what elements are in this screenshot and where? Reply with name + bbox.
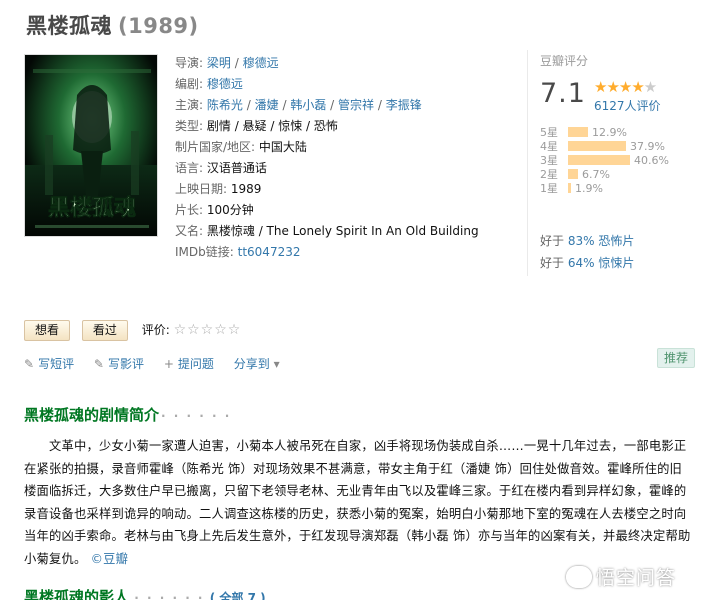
rating-bar-row: 2星 6.7% xyxy=(540,168,610,181)
rating-bar xyxy=(568,127,588,137)
cast-link[interactable]: 管宗祥 xyxy=(338,98,374,112)
rating-bar-row: 4星 37.9% xyxy=(540,140,665,153)
ask-question-link[interactable]: + 提问题 xyxy=(164,357,214,371)
summary-text: 文革中，少女小菊一家遭人迫害，小菊本人被吊死在自家，凶手将现场伪装成自杀……一晃… xyxy=(24,439,691,566)
rating-votes[interactable]: 6127人评价 xyxy=(594,97,661,114)
imdb-link[interactable]: tt6047232 xyxy=(238,245,301,259)
summary-heading: 黑楼孤魂的剧情简介 · · · · · · xyxy=(24,406,232,424)
cast-link[interactable]: 李振锋 xyxy=(386,98,422,112)
chat-bubble-icon xyxy=(566,566,592,588)
info-release: 上映日期: 1989 xyxy=(175,182,262,196)
info-runtime: 片长: 100分钟 xyxy=(175,203,254,217)
plus-icon: + xyxy=(163,357,174,371)
rating-bar-row: 1星 1.9% xyxy=(540,182,603,195)
better-than-percent[interactable]: 64% xyxy=(568,256,595,270)
rating-bar xyxy=(568,169,578,179)
star-empty-icon: ★ xyxy=(643,78,657,96)
rate-stars-input[interactable]: ☆☆☆☆☆ xyxy=(174,322,242,338)
movie-info: 导演: 梁明 / 穆德远 编剧: 穆德远 主演: 陈希光 / 潘婕 / 韩小磊 … xyxy=(175,53,505,263)
info-genre: 类型: 剧情 / 悬疑 / 惊悚 / 恐怖 xyxy=(175,119,338,133)
all-cast-link[interactable]: ( 全部 7 ) xyxy=(210,591,266,600)
chevron-down-icon: ▾ xyxy=(273,357,280,371)
info-language: 语言: 汉语普通话 xyxy=(175,161,267,175)
write-review-link[interactable]: ✎ 写影评 xyxy=(94,357,144,371)
star-filled-icon: ★★★★ xyxy=(594,78,645,96)
rating-bar xyxy=(568,183,571,193)
rating-bar xyxy=(568,141,626,151)
page-title: 黑楼孤魂 (1989) xyxy=(26,10,199,40)
cast-link[interactable]: 陈希光 xyxy=(207,98,243,112)
cast-link[interactable]: 潘婕 xyxy=(255,98,279,112)
better-than-genre[interactable]: 恐怖片 xyxy=(598,234,634,248)
share-dropdown[interactable]: 分享到 ▾ xyxy=(234,357,284,371)
cast-link[interactable]: 韩小磊 xyxy=(290,98,326,112)
recommend-button[interactable]: 推荐 xyxy=(657,348,696,368)
info-country: 制片国家/地区: 中国大陆 xyxy=(175,140,307,154)
write-short-review-link[interactable]: ✎ 写短评 xyxy=(24,357,74,371)
tools-bar: ✎ 写短评 ✎ 写影评 + 提问题 分享到 ▾ xyxy=(24,355,300,372)
better-than-row: 好于 64% 惊悚片 xyxy=(540,256,635,270)
better-than-percent[interactable]: 83% xyxy=(568,234,595,248)
watermark: 悟空问答 xyxy=(566,563,676,590)
pen-icon: ✎ xyxy=(93,357,104,371)
watched-button[interactable]: 看过 xyxy=(81,320,128,341)
rating-title: 豆瓣评分 xyxy=(540,54,589,68)
poster-image: 黑楼孤魂 xyxy=(25,55,157,236)
rating-bar xyxy=(568,155,630,165)
info-writers: 编剧: 穆德远 xyxy=(175,77,243,91)
rating-bar-row: 5星 12.9% xyxy=(540,126,627,139)
summary-body: 文革中，少女小菊一家遭人迫害，小菊本人被吊死在自家，凶手将现场伪装成自杀……一晃… xyxy=(24,435,692,570)
action-bar: 想看 看过 评价: ☆☆☆☆☆ xyxy=(24,320,241,341)
better-than-genre[interactable]: 惊悚片 xyxy=(598,256,634,270)
info-cast: 主演: 陈希光 / 潘婕 / 韩小磊 / 管宗祥 / 李振锋 xyxy=(175,98,422,112)
movie-poster[interactable]: 黑楼孤魂 xyxy=(24,54,158,237)
better-than: 好于 83% 恐怖片 好于 64% 惊悚片 xyxy=(540,230,634,274)
rating-bar-row: 3星 40.6% xyxy=(540,154,669,167)
director-link[interactable]: 穆德远 xyxy=(243,56,279,70)
info-imdb: IMDb链接: tt6047232 xyxy=(175,245,301,259)
better-than-row: 好于 83% 恐怖片 xyxy=(540,234,635,248)
rating-stars: ★★★★★ xyxy=(594,78,657,96)
cast-heading: 黑楼孤魂的影人 · · · · · · ( 全部 7 ) xyxy=(24,586,266,600)
info-directors: 导演: 梁明 / 穆德远 xyxy=(175,56,279,70)
rate-label: 评价: xyxy=(141,323,170,337)
source-link[interactable]: ©豆瓣 xyxy=(91,552,129,566)
rating-score: 7.1 xyxy=(540,78,586,109)
movie-title: 黑楼孤魂 xyxy=(26,14,112,38)
info-aka: 又名: 黑楼惊魂 / The Lonely Spirit In An Old B… xyxy=(175,224,479,238)
comment-icon: ✎ xyxy=(24,357,35,371)
movie-year: (1989) xyxy=(118,14,199,38)
writer-link[interactable]: 穆德远 xyxy=(207,77,243,91)
want-to-watch-button[interactable]: 想看 xyxy=(24,320,71,341)
svg-text:黑楼孤魂: 黑楼孤魂 xyxy=(48,195,136,221)
rating-distribution: 5星 12.9% 4星 37.9% 3星 40.6% 2星 6.7% 1星 1.9% xyxy=(540,126,700,196)
rating-panel: 豆瓣评分 7.1 ★★★★★ 6127人评价 5星 12.9% 4星 37.9% 3… xyxy=(527,50,697,276)
director-link[interactable]: 梁明 xyxy=(207,56,231,70)
